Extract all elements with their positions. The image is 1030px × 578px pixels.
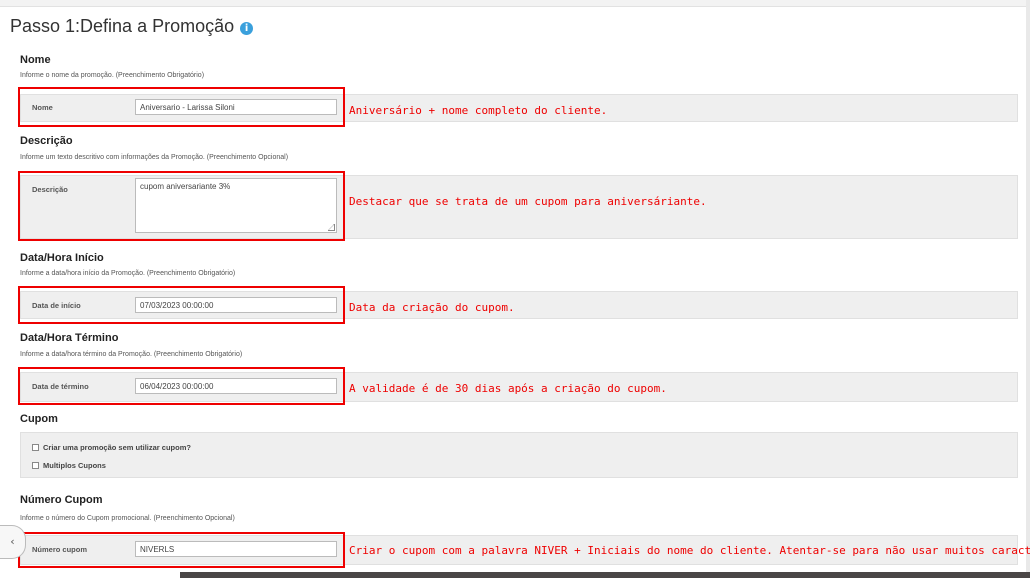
numero-annotation: Criar o cupom com a palavra NIVER + Inic… [349,544,1030,557]
nome-heading: Nome [20,54,51,66]
sem-cupom-checkbox[interactable] [32,444,39,451]
promotion-form-page: Passo 1:Defina a Promoção i Nome Informe … [0,0,1030,578]
multiplos-cupons-label[interactable]: Multiplos Cupons [43,461,106,470]
numero-highlight-box [18,532,345,568]
descricao-highlight-box [18,171,345,241]
inicio-highlight-box [18,286,345,324]
taskbar-strip [180,572,1030,578]
info-icon[interactable]: i [240,22,254,35]
page-title: Passo 1:Defina a Promoção i [10,16,254,37]
multiplos-cupons-checkbox[interactable] [32,462,39,469]
inicio-annotation: Data da criação do cupom. [349,301,515,314]
termino-heading: Data/Hora Término [20,332,119,344]
page-title-text: Passo 1:Defina a Promoção [10,16,235,36]
numero-heading: Número Cupom [20,494,103,506]
inicio-heading: Data/Hora Início [20,252,104,264]
descricao-annotation: Destacar que se trata de um cupom para a… [349,195,707,208]
nome-annotation: Aniversário + nome completo do cliente. [349,104,608,117]
termino-annotation: A validade é de 30 dias após a criação d… [349,382,667,395]
inicio-hint: Informe a data/hora início da Promoção. … [20,270,236,277]
descricao-heading: Descrição [20,135,73,147]
cupom-heading: Cupom [20,413,58,425]
numero-hint: Informe o número do Cupom promocional. (… [20,515,235,522]
nome-highlight-box [18,87,345,127]
termino-highlight-box [18,367,345,405]
window-right-edge [1026,0,1030,578]
chevron-left-icon: ‹ [10,535,15,548]
sidebar-collapse-button[interactable]: ‹ [0,525,26,559]
cupom-row [20,432,1018,478]
descricao-hint: Informe um texto descritivo com informaç… [20,154,289,161]
nome-hint: Informe o nome da promoção. (Preenchimen… [20,72,205,79]
sem-cupom-label[interactable]: Criar uma promoção sem utilizar cupom? [43,443,191,452]
termino-hint: Informe a data/hora término da Promoção.… [20,351,243,358]
window-top-edge [0,0,1030,7]
